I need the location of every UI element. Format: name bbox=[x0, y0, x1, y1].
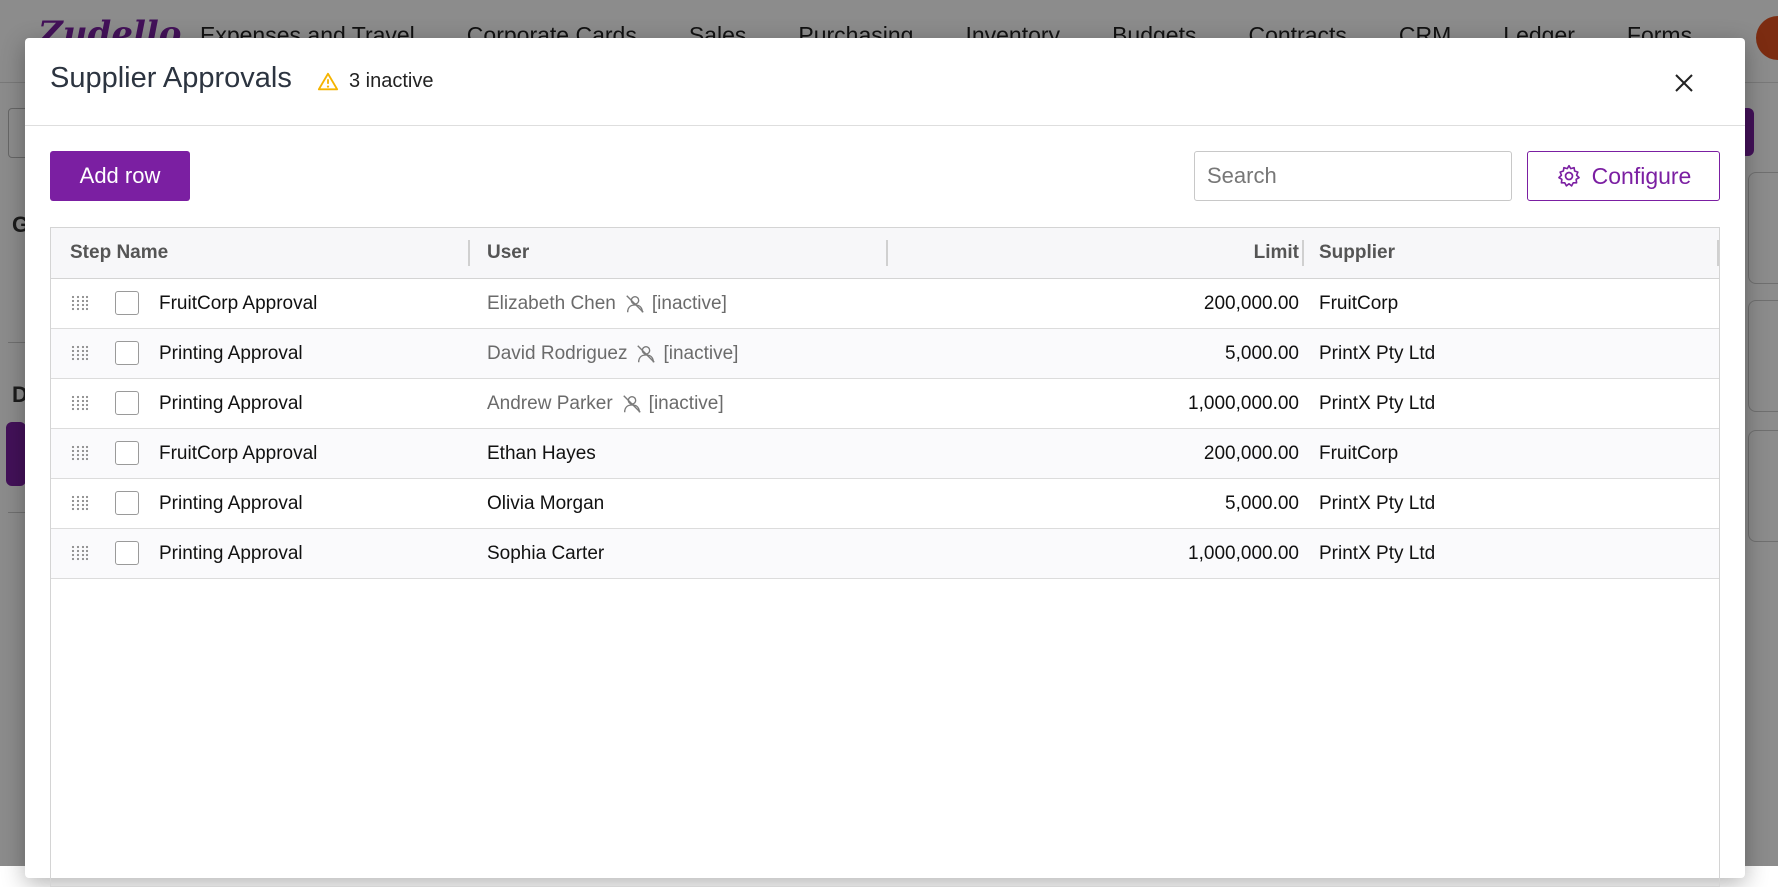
supplier-cell[interactable]: PrintX Pty Ltd bbox=[1319, 329, 1435, 378]
limit-cell[interactable]: 5,000.00 bbox=[913, 329, 1299, 378]
step-name-cell[interactable]: FruitCorp Approval bbox=[159, 279, 317, 328]
drag-handle-icon[interactable] bbox=[71, 545, 89, 561]
modal-header: Supplier Approvals 3 inactive bbox=[25, 38, 1745, 126]
drag-handle-icon[interactable] bbox=[71, 395, 89, 411]
user-cell[interactable]: Olivia Morgan bbox=[487, 479, 604, 528]
step-name-cell[interactable]: Printing Approval bbox=[159, 379, 303, 428]
grid-header: Step Name User Limit Supplier bbox=[51, 228, 1719, 279]
inactive-label: [inactive] bbox=[651, 293, 727, 314]
supplier-cell[interactable]: FruitCorp bbox=[1319, 279, 1398, 328]
supplier-approvals-modal: Supplier Approvals 3 inactive Add row Co… bbox=[25, 38, 1745, 887]
limit-cell[interactable]: 200,000.00 bbox=[913, 279, 1299, 328]
user-cell[interactable]: David Rodriguez [inactive] bbox=[487, 329, 738, 378]
drag-handle-icon[interactable] bbox=[71, 295, 89, 311]
column-header-user[interactable]: User bbox=[487, 228, 529, 278]
user-cell[interactable]: Ethan Hayes bbox=[487, 429, 596, 478]
warning-icon bbox=[317, 72, 339, 90]
user-name: Olivia Morgan bbox=[487, 493, 605, 514]
table-row[interactable]: Printing Approval Sophia Carter 1,000,000.… bbox=[51, 529, 1719, 579]
column-resize-handle[interactable] bbox=[886, 240, 888, 266]
column-header-step-name[interactable]: Step Name bbox=[70, 228, 168, 278]
row-checkbox[interactable] bbox=[115, 441, 139, 465]
column-resize-handle[interactable] bbox=[1302, 240, 1304, 266]
user-cell[interactable]: Andrew Parker [inactive] bbox=[487, 379, 724, 428]
inactive-label: [inactive] bbox=[648, 393, 724, 414]
drag-handle-icon[interactable] bbox=[71, 445, 89, 461]
inactive-warning: 3 inactive bbox=[317, 70, 434, 93]
close-button[interactable] bbox=[1667, 66, 1701, 100]
column-resize-handle[interactable] bbox=[468, 240, 470, 266]
supplier-cell[interactable]: PrintX Pty Ltd bbox=[1319, 379, 1435, 428]
user-name: Andrew Parker bbox=[487, 393, 613, 414]
row-checkbox[interactable] bbox=[115, 341, 139, 365]
row-checkbox[interactable] bbox=[115, 491, 139, 515]
approvals-grid: Step Name User Limit Supplier FruitCorp … bbox=[50, 227, 1720, 887]
step-name-cell[interactable]: FruitCorp Approval bbox=[159, 429, 317, 478]
row-checkbox[interactable] bbox=[115, 541, 139, 565]
supplier-cell[interactable]: PrintX Pty Ltd bbox=[1319, 529, 1435, 578]
configure-label: Configure bbox=[1591, 162, 1692, 189]
step-name-cell[interactable]: Printing Approval bbox=[159, 329, 303, 378]
add-row-button[interactable]: Add row bbox=[50, 151, 190, 201]
configure-button[interactable]: Configure bbox=[1527, 151, 1720, 201]
user-name: Elizabeth Chen bbox=[487, 293, 616, 314]
close-icon bbox=[1675, 74, 1693, 92]
search-input[interactable] bbox=[1194, 151, 1512, 201]
table-row[interactable]: FruitCorp Approval Ethan Hayes 200,000.00 F… bbox=[51, 429, 1719, 479]
user-name: Ethan Hayes bbox=[487, 443, 596, 464]
inactive-user-icon bbox=[626, 294, 644, 313]
column-resize-handle[interactable] bbox=[1717, 240, 1719, 266]
limit-cell[interactable]: 1,000,000.00 bbox=[913, 379, 1299, 428]
inactive-user-icon bbox=[637, 344, 656, 363]
user-cell[interactable]: Elizabeth Chen [inactive] bbox=[487, 279, 727, 328]
drag-handle-icon[interactable] bbox=[71, 495, 89, 511]
inactive-count: 3 inactive bbox=[349, 70, 434, 92]
gear-icon bbox=[1557, 164, 1580, 187]
column-header-limit[interactable]: Limit bbox=[913, 228, 1299, 278]
inactive-user-icon bbox=[622, 394, 641, 413]
user-cell[interactable]: Sophia Carter bbox=[487, 529, 604, 578]
row-checkbox[interactable] bbox=[115, 391, 139, 415]
supplier-cell[interactable]: PrintX Pty Ltd bbox=[1319, 479, 1435, 528]
table-row[interactable]: Printing Approval David Rodriguez [inactiv… bbox=[51, 329, 1719, 379]
modal-title: Supplier Approvals bbox=[50, 62, 292, 94]
limit-cell[interactable]: 200,000.00 bbox=[913, 429, 1299, 478]
column-header-supplier[interactable]: Supplier bbox=[1319, 228, 1395, 278]
step-name-cell[interactable]: Printing Approval bbox=[159, 529, 303, 578]
inactive-label: [inactive] bbox=[663, 343, 739, 364]
table-row[interactable]: Printing Approval Andrew Parker [inactive]… bbox=[51, 379, 1719, 429]
limit-cell[interactable]: 5,000.00 bbox=[913, 479, 1299, 528]
supplier-cell[interactable]: FruitCorp bbox=[1319, 429, 1398, 478]
limit-cell[interactable]: 1,000,000.00 bbox=[913, 529, 1299, 578]
step-name-cell[interactable]: Printing Approval bbox=[159, 479, 303, 528]
user-name: Sophia Carter bbox=[487, 543, 605, 564]
drag-handle-icon[interactable] bbox=[71, 345, 89, 361]
table-row[interactable]: Printing Approval Olivia Morgan 5,000.00 Pr… bbox=[51, 479, 1719, 529]
user-name: David Rodriguez bbox=[487, 343, 628, 364]
table-row[interactable]: FruitCorp Approval Elizabeth Chen [inactiv… bbox=[51, 279, 1719, 329]
row-checkbox[interactable] bbox=[115, 291, 139, 315]
